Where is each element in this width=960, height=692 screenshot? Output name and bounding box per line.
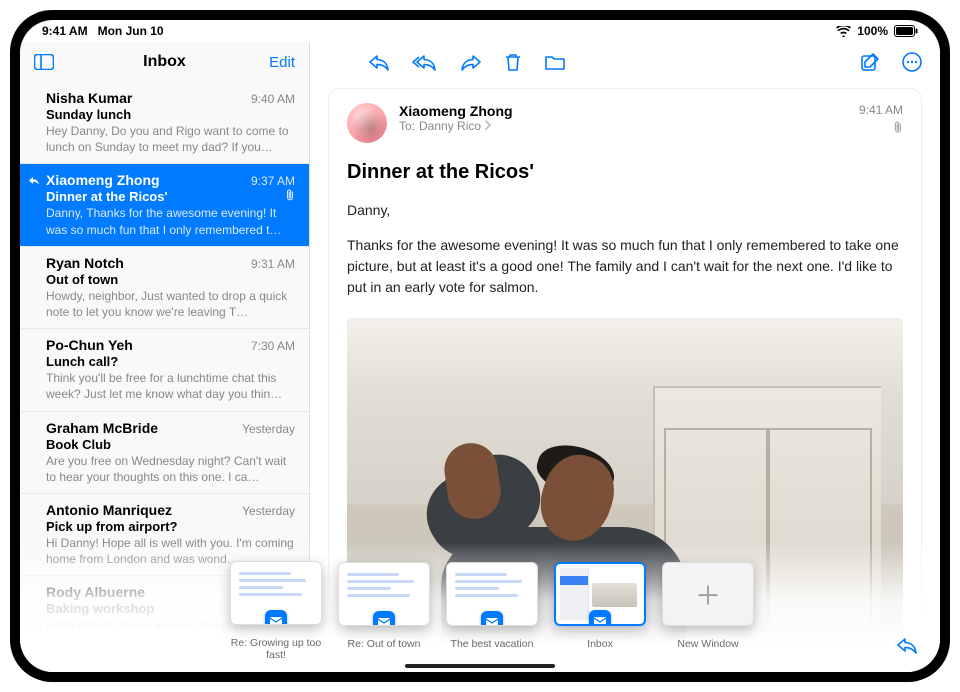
mail-greeting: Danny, [347, 200, 903, 221]
message-subject: Dinner at the Ricos' [46, 189, 168, 204]
message-preview: Hey Danny, Do you and Rigo want to come … [46, 123, 295, 155]
message-time: 9:40 AM [251, 92, 295, 106]
thumbnail-label: Inbox [587, 638, 613, 662]
reader-toolbar [310, 42, 940, 82]
new-window-button[interactable]: ＋ New Window [662, 562, 754, 662]
trash-icon[interactable] [504, 52, 522, 72]
window-thumbnail[interactable]: Re: Growing up too fast! [230, 561, 322, 662]
status-time: 9:41 AM [42, 24, 88, 38]
message-preview: Danny, Thanks for the awesome evening! I… [46, 205, 295, 237]
status-bar: 9:41 AM Mon Jun 10 100% [20, 20, 940, 42]
message-sender: Po-Chun Yeh [46, 337, 133, 353]
wifi-icon [836, 26, 851, 37]
message-time: 9:37 AM [251, 174, 295, 188]
window-thumbnail[interactable]: The best vacation [446, 562, 538, 662]
to-label: To: [399, 119, 415, 133]
mail-time: 9:41 AM [859, 103, 903, 117]
home-indicator[interactable] [405, 664, 555, 668]
message-sender: Antonio Manriquez [46, 502, 172, 518]
thumbnail-label: New Window [677, 638, 738, 662]
message-item[interactable]: Ryan Notch 9:31 AM Out of town Howdy, nei… [20, 247, 309, 329]
mail-paragraph: Thanks for the awesome evening! It was s… [347, 235, 903, 298]
message-time: 7:30 AM [251, 339, 295, 353]
message-subject: Out of town [46, 272, 295, 287]
message-subject: Lunch call? [46, 354, 295, 369]
reply-icon[interactable] [368, 53, 390, 71]
mail-app-icon [481, 611, 503, 626]
message-subject: Book Club [46, 437, 295, 452]
message-item[interactable]: Graham McBride Yesterday Book Club Are yo… [20, 412, 309, 494]
forward-icon[interactable] [460, 53, 482, 71]
mail-app-icon [373, 611, 395, 626]
window-thumbnail-active[interactable]: Inbox [554, 562, 646, 662]
message-item[interactable]: Po-Chun Yeh 7:30 AM Lunch call? Think you… [20, 329, 309, 411]
screen: 9:41 AM Mon Jun 10 100% ••• [20, 20, 940, 672]
inbox-title: Inbox [143, 53, 186, 71]
quick-reply-icon[interactable] [896, 636, 918, 654]
thumbnail-label: The best vacation [451, 638, 534, 662]
message-sender: Xiaomeng Zhong [46, 172, 160, 188]
more-icon[interactable] [902, 52, 922, 72]
thumbnail-label: Re: Growing up too fast! [230, 637, 322, 662]
to-name: Danny Rico [419, 119, 481, 133]
message-time: 9:31 AM [251, 257, 295, 271]
sender-avatar[interactable] [347, 103, 387, 143]
ipad-frame: 9:41 AM Mon Jun 10 100% ••• [10, 10, 950, 682]
battery-icon [894, 25, 918, 37]
window-thumbnail[interactable]: Re: Out of town [338, 562, 430, 662]
message-item-selected[interactable]: Xiaomeng Zhong 9:37 AM Dinner at the Ric… [20, 164, 309, 246]
message-preview: Howdy, neighbor, Just wanted to drop a q… [46, 288, 295, 320]
sidebar-toggle-icon[interactable] [34, 54, 54, 70]
compose-icon[interactable] [860, 52, 880, 72]
message-sender: Ryan Notch [46, 255, 124, 271]
message-item[interactable]: Nisha Kumar 9:40 AM Sunday lunch Hey Dan… [20, 82, 309, 164]
mail-subject: Dinner at the Ricos' [347, 161, 903, 184]
mail-app-icon [589, 610, 611, 626]
move-folder-icon[interactable] [544, 53, 566, 71]
message-sender: Nisha Kumar [46, 90, 132, 106]
reply-all-icon[interactable] [412, 53, 438, 71]
message-preview: Think you'll be free for a lunchtime cha… [46, 370, 295, 402]
attachment-icon [859, 121, 903, 137]
message-sender: Graham McBride [46, 420, 158, 436]
to-line[interactable]: To: Danny Rico [399, 119, 847, 133]
message-preview: Are you free on Wednesday night? Can't w… [46, 453, 295, 485]
message-subject: Pick up from airport? [46, 519, 295, 534]
mail-body: Danny, Thanks for the awesome evening! I… [347, 200, 903, 312]
message-time: Yesterday [242, 504, 295, 518]
edit-button[interactable]: Edit [269, 54, 295, 71]
battery-percent: 100% [857, 24, 888, 38]
status-date: Mon Jun 10 [98, 24, 164, 38]
replied-icon [28, 174, 40, 192]
chevron-right-icon [485, 119, 492, 133]
thumbnail-label: Re: Out of town [348, 638, 421, 662]
message-subject: Sunday lunch [46, 107, 295, 122]
mail-app-icon [265, 610, 287, 625]
from-name[interactable]: Xiaomeng Zhong [399, 103, 847, 119]
message-time: Yesterday [242, 422, 295, 436]
attachment-icon [285, 189, 295, 204]
